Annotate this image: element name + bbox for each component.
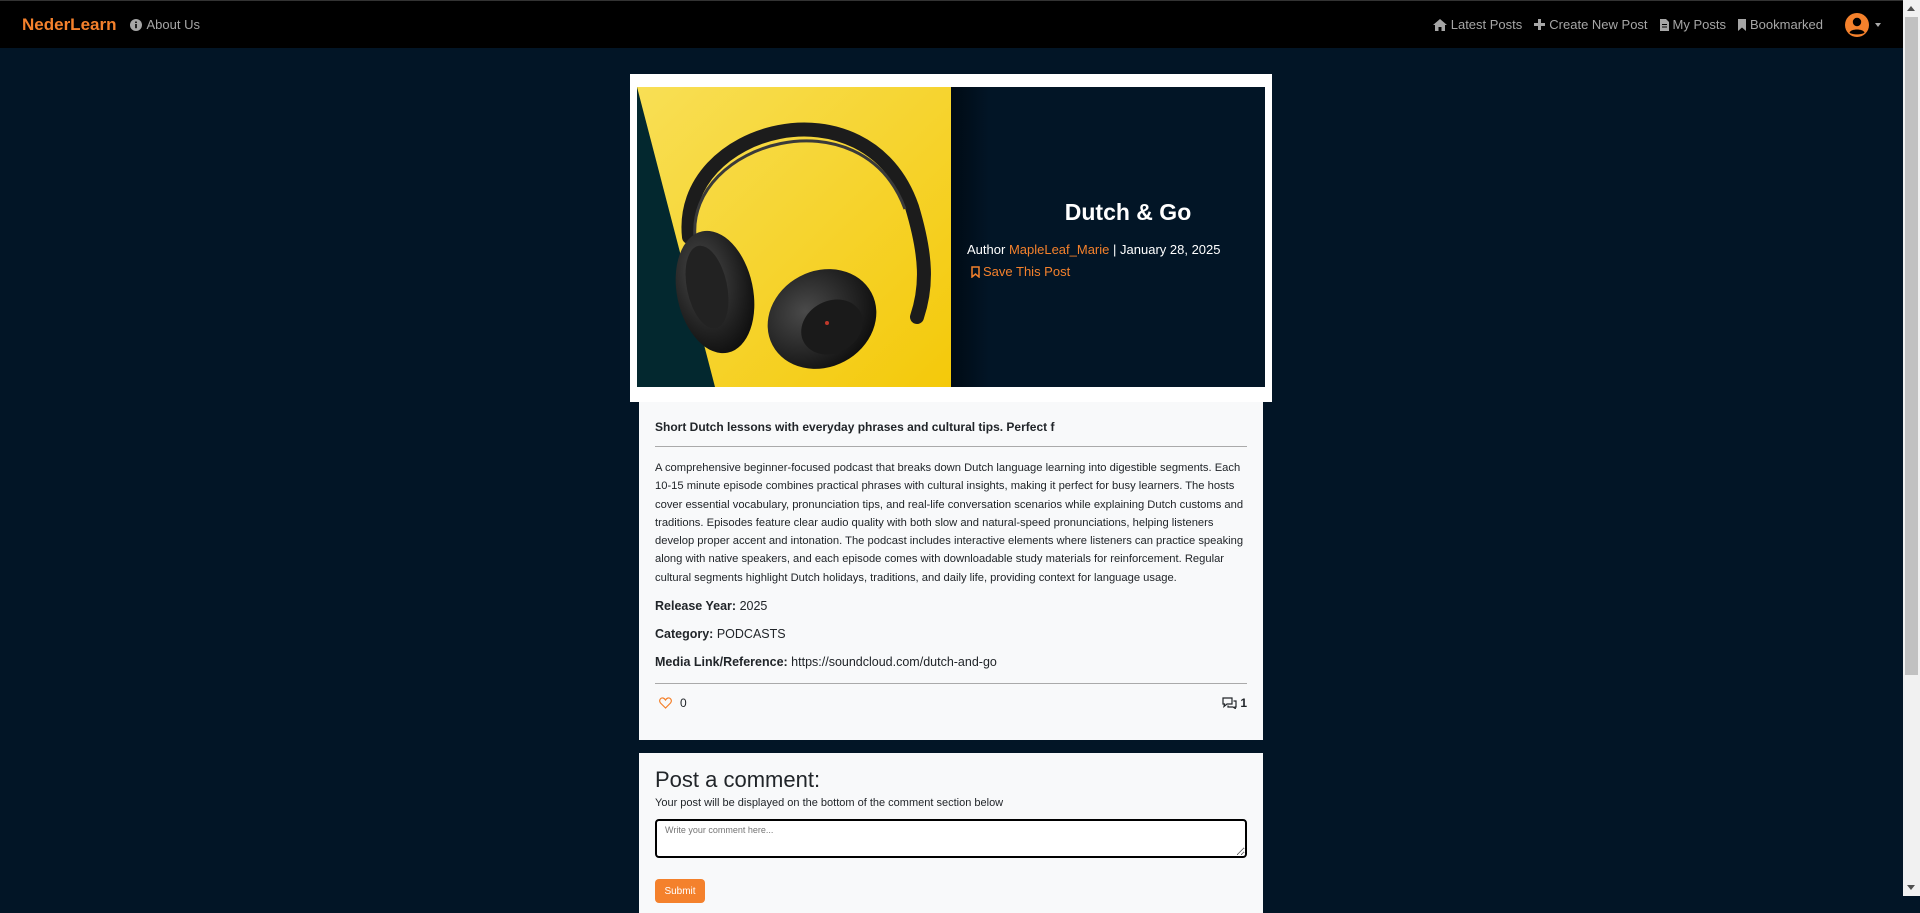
release-year-row: Release Year: 2025 [655,599,1247,613]
save-post-button[interactable]: Save This Post [971,264,1070,279]
heart-outline-icon [659,697,672,709]
nav-latest-posts-label: Latest Posts [1450,17,1523,32]
user-menu-toggle[interactable] [1845,12,1881,37]
release-year-label: Release Year: [655,599,737,614]
content-divider-top [655,446,1247,447]
user-circle-icon [1845,12,1869,37]
post-hero-inner: Dutch & Go Author MapleLeaf_Marie | Janu… [637,87,1265,387]
post-excerpt: Short Dutch lessons with everyday phrase… [655,420,1055,434]
page-scrollbar[interactable] [1903,0,1920,896]
post-hero-card: Dutch & Go Author MapleLeaf_Marie | Janu… [630,74,1272,402]
nav-right-group: Latest Posts Create New Post My Posts Bo… [1432,12,1881,37]
nav-bookmarked-label: Bookmarked [1750,17,1823,32]
nav-my-posts[interactable]: My Posts [1659,17,1727,32]
file-icon [1659,18,1669,31]
comments-icon [1222,697,1237,710]
like-count: 0 [680,696,687,711]
bookmark-icon [1738,18,1747,31]
post-cover-image [637,87,951,387]
post-title: Dutch & Go [1064,199,1192,225]
comment-count-value: 1 [1240,696,1247,711]
like-button[interactable]: 0 [655,696,687,710]
comment-form-heading: Post a comment: [655,767,821,792]
post-author-line: Author MapleLeaf_Marie | January 28, 202… [967,242,1221,257]
media-link-value: https://soundcloud.com/dutch-and-go [791,655,997,670]
category-row: Category: PODCASTS [655,627,1247,641]
category-value: PODCASTS [716,627,786,642]
nav-latest-posts[interactable]: Latest Posts [1432,17,1523,32]
media-link-label: Media Link/Reference: [655,655,788,670]
media-link-row: Media Link/Reference: https://soundcloud… [655,655,1247,669]
brand-logo[interactable]: NederLearn [22,15,116,35]
chevron-down-icon [1875,22,1881,27]
post-stats-row: 0 1 [655,684,1247,710]
nav-about-us-label: About Us [146,17,200,32]
info-circle-icon [130,18,143,31]
author-label: Author [967,242,1006,257]
home-icon [1432,18,1447,31]
nav-my-posts-label: My Posts [1672,17,1727,32]
comment-form-hint: Your post will be displayed on the botto… [655,797,1004,809]
comment-form-card: Post a comment: Your post will be displa… [639,753,1263,913]
nav-create-post-label: Create New Post [1549,17,1648,32]
post-content-card: Short Dutch lessons with everyday phrase… [639,402,1263,740]
comment-input[interactable] [655,819,1247,858]
bookmark-outline-icon [971,265,980,278]
post-hero-info: Dutch & Go Author MapleLeaf_Marie | Janu… [951,87,1265,387]
comment-count-indicator[interactable]: 1 [1222,696,1247,710]
post-date: January 28, 2025 [1120,242,1221,257]
scroll-up-arrow-icon[interactable] [1907,6,1915,11]
author-date-separator: | [1113,242,1117,257]
headphones-photo [637,87,951,387]
post-description: A comprehensive beginner-focused podcast… [655,462,1244,584]
nav-bookmarked[interactable]: Bookmarked [1738,17,1823,32]
author-name-link[interactable]: MapleLeaf_Marie [1009,242,1109,257]
plus-icon [1534,19,1546,30]
scroll-down-arrow-icon[interactable] [1907,885,1915,890]
release-year-value: 2025 [739,599,768,614]
category-label: Category: [655,627,714,642]
nav-about-us[interactable]: About Us [130,17,200,32]
save-post-label: Save This Post [983,264,1071,279]
submit-comment-button[interactable]: Submit [655,879,705,903]
scrollbar-thumb[interactable] [1905,17,1918,675]
nav-create-post[interactable]: Create New Post [1534,17,1648,32]
top-navbar: NederLearn About Us Latest Posts Create … [0,0,1903,48]
